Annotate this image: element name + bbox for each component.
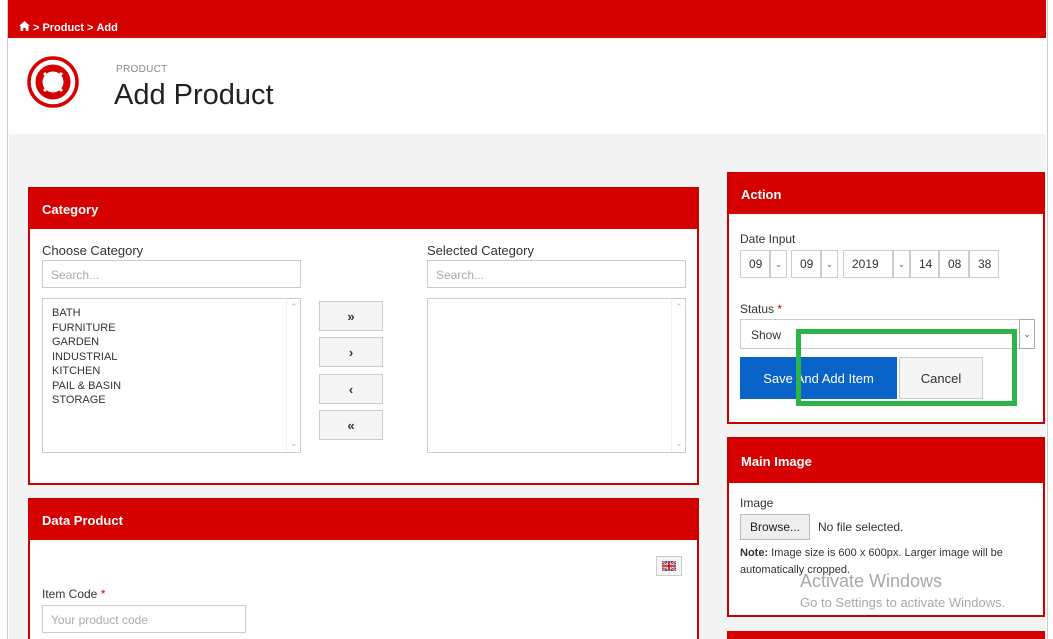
day-select[interactable]: 09 [740,250,770,278]
page-title: Add Product [114,79,274,111]
note-text: Image size is 600 x 600px. Larger image … [740,547,1003,576]
scroll-up-icon[interactable]: ⌃ [675,302,683,313]
minute-input[interactable]: 08 [939,250,969,278]
file-status: No file selected. [818,520,904,534]
chevron-down-icon[interactable]: ⌄ [821,250,838,278]
note-label: Note: [740,547,769,559]
save-and-add-item-button[interactable]: Save And Add Item [740,357,897,399]
page-subtitle: PRODUCT [116,64,168,75]
year-select[interactable]: 2019 [843,250,893,278]
list-item[interactable]: FURNITURE [43,321,300,336]
item-code-label: Item Code * [42,587,105,601]
list-item[interactable]: GARDEN [43,335,300,350]
list-scrollbar[interactable]: ⌃ ⌄ [286,299,300,452]
breadcrumb-item-product[interactable]: Product [42,22,84,34]
list-item[interactable]: STORAGE [43,393,300,408]
move-left-button[interactable]: ‹ [319,374,383,404]
uk-flag-icon[interactable] [656,556,682,576]
chevron-down-icon[interactable]: ⌄ [893,250,910,278]
main-image-panel-title: Main Image [729,439,1043,483]
list-item[interactable]: INDUSTRIAL [43,350,300,365]
scroll-up-icon[interactable]: ⌃ [290,302,298,313]
item-code-input[interactable]: Your product code [42,605,246,633]
available-category-list[interactable]: BATH FURNITURE GARDEN INDUSTRIAL KITCHEN… [42,298,301,453]
second-input[interactable]: 38 [969,250,999,278]
status-label: Status * [740,302,782,316]
scroll-down-icon[interactable]: ⌄ [290,438,298,449]
required-mark: * [100,587,106,601]
chevron-down-icon[interactable]: ⌄ [1019,319,1035,349]
month-select[interactable]: 09 [791,250,821,278]
selected-category-label: Selected Category [427,243,534,258]
list-item[interactable]: PAIL & BASIN [43,379,300,394]
scroll-down-icon[interactable]: ⌄ [675,438,683,449]
window-left-edge [0,0,8,639]
breadcrumb-separator: > [33,21,40,34]
action-panel-title: Action [729,174,1043,214]
lifebuoy-icon [27,56,79,108]
list-item[interactable]: BATH [43,306,300,321]
selected-category-list[interactable]: ⌃ ⌄ [427,298,686,453]
chevron-down-icon[interactable]: ⌄ [770,250,787,278]
choose-category-label: Choose Category [42,243,144,258]
data-product-panel: Data Product Item Code * Your product co… [28,498,699,639]
hour-input[interactable]: 14 [910,250,939,278]
page-header: PRODUCT Add Product [9,38,1046,134]
item-code-label-text: Item Code [42,587,98,601]
list-scrollbar[interactable]: ⌃ ⌄ [671,299,685,452]
browse-button[interactable]: Browse... [740,514,810,540]
breadcrumb-item-add: Add [96,21,118,34]
breadcrumb-separator: > [87,21,94,34]
category-panel: Category Choose Category Search... Selec… [28,187,699,485]
breadcrumb: > Product > Add [8,0,1046,38]
cancel-button[interactable]: Cancel [899,357,983,399]
date-input-label: Date Input [740,232,796,246]
status-label-text: Status [740,302,775,316]
action-panel: Action Date Input 09 ⌄ 09 ⌄ 2019 ⌄ 14 08… [727,172,1045,424]
main-image-panel: Main Image Image Browse... No file selec… [727,437,1045,617]
window-right-edge [1047,0,1053,639]
home-icon[interactable] [19,21,30,34]
image-note: Note: Image size is 600 x 600px. Larger … [740,545,1030,579]
move-right-button[interactable]: › [319,337,383,367]
move-all-right-button[interactable]: » [319,301,383,331]
status-select[interactable]: Show [740,319,1035,349]
selected-category-search-input[interactable]: Search... [427,260,686,288]
list-item[interactable]: KITCHEN [43,364,300,379]
category-panel-title: Category [30,189,697,229]
image-label: Image [740,496,774,510]
next-panel-header [727,631,1045,639]
required-mark: * [777,302,783,316]
move-all-left-button[interactable]: « [319,410,383,440]
data-product-panel-title: Data Product [30,500,697,540]
choose-category-search-input[interactable]: Search... [42,260,301,288]
